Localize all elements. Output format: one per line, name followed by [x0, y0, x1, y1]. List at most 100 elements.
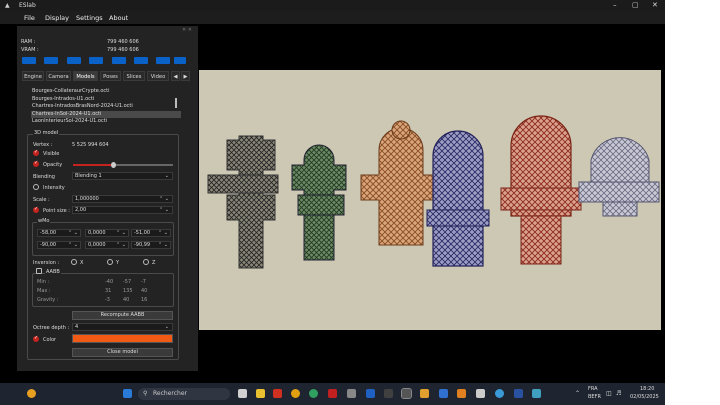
app-icon-green[interactable]: [309, 389, 318, 398]
aabb-value: -40: [105, 279, 114, 285]
toolbar-button-4[interactable]: [89, 57, 103, 64]
toolbar-button-1[interactable]: [22, 57, 36, 64]
color-swatch[interactable]: [72, 334, 173, 343]
scale-input[interactable]: 1,000000 ⌃ ⌄: [72, 195, 173, 203]
wmo-r2-c1[interactable]: -90,00 ⌃ ⌄: [37, 241, 81, 249]
inversion-y-checkbox[interactable]: [107, 259, 113, 265]
app-icon-navy[interactable]: [514, 389, 523, 398]
toolbar-button-2[interactable]: [44, 57, 58, 64]
list-item[interactable]: Bourges-CollateraurCrypte.octi: [31, 88, 181, 96]
tab-engine[interactable]: Engine: [22, 71, 44, 81]
tab-video[interactable]: Video: [147, 71, 169, 81]
pdf-icon[interactable]: [328, 389, 337, 398]
wmo-r2-c3[interactable]: -90,99 ⌃ ⌄: [131, 241, 171, 249]
maximize-button[interactable]: ▢: [632, 0, 639, 11]
start-icon[interactable]: [123, 389, 132, 398]
floorplan-1: [207, 135, 279, 269]
tab-poses[interactable]: Poses: [100, 71, 121, 81]
opacity-checkbox[interactable]: [33, 160, 39, 167]
panel-grip-icon[interactable]: ✕ ✕: [182, 27, 192, 33]
aabb-checkbox[interactable]: [36, 268, 42, 274]
aabb-value: -3: [105, 297, 110, 303]
minimize-button[interactable]: –: [613, 0, 617, 11]
stepper-arrows-icon[interactable]: ⌃ ⌄: [159, 196, 169, 202]
octree-select[interactable]: 4 ⌄: [72, 323, 173, 331]
app-icon-dark[interactable]: [384, 389, 393, 398]
ram-value: 799 460 606: [107, 39, 139, 45]
app-icon-teal[interactable]: [532, 389, 541, 398]
clock-date[interactable]: 02/05/2025: [630, 394, 659, 400]
app-icon-red[interactable]: [273, 389, 282, 398]
inversion-z-checkbox[interactable]: [143, 259, 149, 265]
eslab-taskbar-icon[interactable]: [401, 388, 412, 399]
aabb-title: AABB: [45, 269, 61, 275]
app-icon-cyan[interactable]: [495, 389, 504, 398]
chrome-icon[interactable]: [291, 389, 300, 398]
tray-chevron-icon[interactable]: ⌃: [575, 390, 580, 397]
visible-checkbox[interactable]: [33, 149, 39, 156]
folder-icon[interactable]: [439, 389, 448, 398]
network-icon[interactable]: ◫: [606, 390, 612, 397]
clock-time[interactable]: 18:20: [640, 386, 654, 392]
toolbar-button-3[interactable]: [67, 57, 81, 64]
task-view-icon[interactable]: [238, 389, 247, 398]
menu-bar: File Display Settings About: [0, 11, 665, 24]
list-item-selected[interactable]: Chartres-InSol-2024-U1.octi: [31, 110, 181, 118]
list-item[interactable]: Bourges-Intrados-U1.octi: [31, 96, 181, 104]
toolbar-button-7[interactable]: [156, 57, 170, 64]
volume-icon[interactable]: ♬: [616, 390, 621, 397]
wmo-r1-c2[interactable]: 0,0000 ⌃ ⌄: [85, 229, 129, 237]
tab-models[interactable]: Models: [73, 71, 98, 81]
wmo-r2-c2[interactable]: 0,0000 ⌃ ⌄: [85, 241, 129, 249]
app-icon-blue[interactable]: [366, 389, 375, 398]
menu-about[interactable]: About: [109, 14, 128, 22]
close-window-button[interactable]: ✕: [652, 0, 658, 11]
widgets-icon[interactable]: [27, 389, 36, 398]
wmo-value: 0,0000: [88, 242, 106, 248]
wmo-r1-c1[interactable]: -58,00 ⌃ ⌄: [37, 229, 81, 237]
pointsize-checkbox[interactable]: [33, 206, 39, 213]
tab-overflow-right-icon[interactable]: ▶: [181, 71, 190, 81]
tab-slices[interactable]: Slices: [123, 71, 145, 81]
stepper-arrows-icon[interactable]: ⌃ ⌄: [158, 242, 168, 248]
pointsize-input[interactable]: 2,00 ⌃ ⌄: [72, 206, 173, 214]
blending-select[interactable]: Blending 1 ⌄: [72, 172, 173, 180]
lang-label[interactable]: FRA: [588, 386, 598, 392]
stepper-arrows-icon[interactable]: ⌃ ⌄: [116, 230, 126, 236]
file-explorer-icon[interactable]: [256, 389, 265, 398]
search-box[interactable]: ⚲ Rechercher: [138, 388, 230, 400]
app-icon-orange[interactable]: [457, 389, 466, 398]
menu-file[interactable]: File: [24, 14, 35, 22]
toolbar-button-6[interactable]: [134, 57, 148, 64]
file-list-scrollbar[interactable]: [175, 98, 177, 108]
opacity-slider-handle[interactable]: [111, 162, 116, 168]
stepper-arrows-icon[interactable]: ⌃ ⌄: [159, 207, 169, 213]
toolbar-button-8[interactable]: [174, 57, 186, 64]
stepper-arrows-icon[interactable]: ⌃ ⌄: [116, 242, 126, 248]
tab-camera[interactable]: Camera: [46, 71, 71, 81]
color-checkbox[interactable]: [33, 335, 39, 342]
list-item[interactable]: LaonInterieurSol-2024-U1.octi: [31, 118, 181, 126]
tab-overflow-left-icon[interactable]: ◀: [171, 71, 180, 81]
toolbar-button-5[interactable]: [112, 57, 126, 64]
menu-display[interactable]: Display: [45, 14, 69, 22]
chevron-down-icon: ⌄: [164, 324, 169, 330]
stepper-arrows-icon[interactable]: ⌃ ⌄: [158, 230, 168, 236]
inversion-x-checkbox[interactable]: [71, 259, 77, 265]
recompute-aabb-button[interactable]: Recompute AABB: [72, 311, 173, 320]
stepper-arrows-icon[interactable]: ⌃ ⌄: [68, 242, 78, 248]
layout-label[interactable]: BEFR: [588, 394, 601, 400]
close-model-button[interactable]: Close model: [72, 348, 173, 357]
opacity-slider-track[interactable]: [73, 162, 173, 168]
wmo-r1-c3[interactable]: -51,00 ⌃ ⌄: [131, 229, 171, 237]
stepper-arrows-icon[interactable]: ⌃ ⌄: [68, 230, 78, 236]
list-item[interactable]: Chartres-IntradosBrasNord-2024-U1.octi: [31, 103, 181, 111]
intensity-checkbox[interactable]: [33, 184, 39, 190]
3d-viewport[interactable]: [199, 70, 661, 330]
app-icon-light[interactable]: [476, 389, 485, 398]
app-icon-grey[interactable]: [347, 389, 356, 398]
search-app-icon[interactable]: [420, 389, 429, 398]
vertex-label: Vertex :: [33, 142, 53, 148]
model-file-list[interactable]: Bourges-CollateraurCrypte.octi Bourges-I…: [31, 88, 181, 128]
menu-settings[interactable]: Settings: [76, 14, 103, 22]
